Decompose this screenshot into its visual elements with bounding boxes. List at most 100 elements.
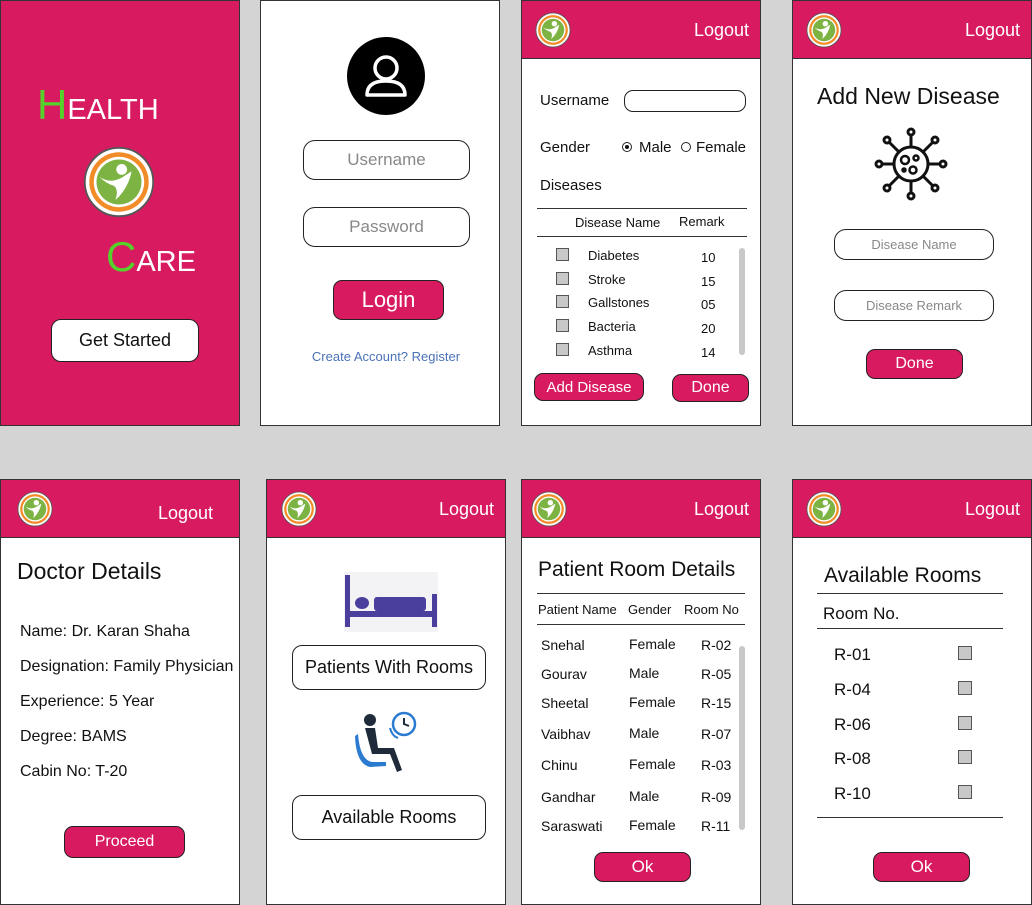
room-number: R-10 bbox=[834, 784, 871, 803]
ok-button[interactable]: Ok bbox=[873, 852, 970, 882]
disease-checkbox[interactable] bbox=[556, 248, 569, 261]
logout-button[interactable]: Logout bbox=[158, 503, 213, 524]
room-checkbox[interactable] bbox=[958, 716, 972, 730]
scrollbar[interactable] bbox=[739, 646, 745, 830]
menu-screen: Logout Patients With Rooms Available Roo… bbox=[266, 479, 506, 905]
brand-care: CARE bbox=[106, 233, 196, 281]
doctor-info-line: Name: Dr. Karan Shaha bbox=[20, 623, 190, 640]
disease-remark: 10 bbox=[701, 250, 716, 265]
doctor-info-line: Degree: BAMS bbox=[20, 728, 127, 745]
login-username-input[interactable]: Username bbox=[303, 140, 470, 180]
patient-room: R-05 bbox=[701, 666, 732, 682]
add-disease-button[interactable]: Add Disease bbox=[534, 373, 644, 401]
col-room-no: Room No bbox=[684, 602, 739, 617]
header-logo bbox=[535, 12, 571, 48]
logout-button[interactable]: Logout bbox=[965, 20, 1020, 41]
patient-gender: Female bbox=[629, 817, 676, 833]
app-header: Logout bbox=[1, 480, 239, 538]
disease-checkbox[interactable] bbox=[556, 295, 569, 308]
patient-name: Snehal bbox=[541, 637, 585, 653]
doctor-info-line: Designation: Family Physician bbox=[20, 658, 234, 675]
login-screen: Username Password Login Create Account? … bbox=[260, 0, 500, 426]
username-input[interactable] bbox=[624, 90, 746, 112]
patient-name: Sheetal bbox=[541, 695, 589, 711]
patient-room: R-11 bbox=[701, 818, 731, 834]
patient-name: Chinu bbox=[541, 757, 578, 773]
disease-remark: 14 bbox=[701, 345, 716, 360]
splash-screen: HEALTH CARE Get Started bbox=[0, 0, 240, 426]
disease-name: Diabetes bbox=[588, 248, 640, 263]
male-radio[interactable] bbox=[622, 142, 632, 152]
divider bbox=[537, 624, 745, 625]
logout-button[interactable]: Logout bbox=[694, 499, 749, 520]
header-logo bbox=[806, 12, 842, 48]
patient-name: Saraswati bbox=[541, 818, 603, 834]
add-disease-screen: Logout Add New Disease Disease Name Dise… bbox=[792, 0, 1032, 426]
disease-name-input[interactable]: Disease Name bbox=[834, 229, 994, 260]
app-logo bbox=[83, 146, 155, 218]
patient-name: Vaibhav bbox=[541, 726, 591, 742]
disease-remark-input[interactable]: Disease Remark bbox=[834, 290, 994, 321]
patient-name: Gandhar bbox=[541, 789, 596, 805]
done-button[interactable]: Done bbox=[866, 349, 963, 379]
gender-label: Gender bbox=[540, 139, 591, 156]
female-radio[interactable] bbox=[681, 142, 691, 152]
doctor-info-line: Cabin No: T-20 bbox=[20, 763, 128, 780]
room-details-screen: Logout Patient Room Details Patient Name… bbox=[521, 479, 761, 905]
room-checkbox[interactable] bbox=[958, 681, 972, 695]
username-label: Username bbox=[540, 92, 610, 109]
page-title: Available Rooms bbox=[824, 564, 982, 587]
disease-name: Stroke bbox=[588, 272, 626, 287]
ok-button[interactable]: Ok bbox=[594, 852, 691, 882]
header-logo bbox=[806, 491, 842, 527]
divider bbox=[817, 628, 1003, 629]
disease-checkbox[interactable] bbox=[556, 272, 569, 285]
brand-care-rest: ARE bbox=[136, 246, 196, 278]
room-checkbox[interactable] bbox=[958, 750, 972, 764]
divider bbox=[817, 593, 1003, 594]
disease-remark: 20 bbox=[701, 321, 716, 336]
login-button[interactable]: Login bbox=[333, 280, 444, 320]
disease-name: Bacteria bbox=[588, 319, 636, 334]
patients-with-rooms-button[interactable]: Patients With Rooms bbox=[292, 645, 486, 690]
get-started-button[interactable]: Get Started bbox=[51, 319, 199, 362]
header-logo bbox=[531, 491, 567, 527]
patient-gender: Female bbox=[629, 756, 676, 772]
header-logo bbox=[17, 491, 53, 527]
patient-room: R-15 bbox=[701, 695, 732, 711]
logout-button[interactable]: Logout bbox=[694, 20, 749, 41]
page-title: Patient Room Details bbox=[538, 558, 736, 581]
patient-room: R-09 bbox=[701, 789, 732, 805]
disease-name: Asthma bbox=[588, 343, 633, 358]
virus-icon bbox=[874, 127, 948, 201]
patient-gender: Male bbox=[629, 725, 660, 741]
col-disease-name: Disease Name bbox=[575, 215, 661, 230]
app-header: Logout bbox=[267, 480, 505, 538]
room-number: R-04 bbox=[834, 680, 871, 699]
patient-name: Gourav bbox=[541, 666, 587, 682]
female-label: Female bbox=[696, 139, 747, 156]
page-title: Add New Disease bbox=[817, 83, 1000, 109]
done-button[interactable]: Done bbox=[672, 374, 749, 402]
proceed-button[interactable]: Proceed bbox=[64, 826, 185, 858]
patient-room: R-03 bbox=[701, 757, 732, 773]
available-rooms-button[interactable]: Available Rooms bbox=[292, 795, 486, 840]
login-password-input[interactable]: Password bbox=[303, 207, 470, 247]
app-header: Logout bbox=[522, 480, 760, 538]
room-checkbox[interactable] bbox=[958, 785, 972, 799]
register-link[interactable]: Create Account? Register bbox=[261, 349, 499, 364]
col-gender: Gender bbox=[628, 602, 672, 617]
col-patient-name: Patient Name bbox=[538, 602, 617, 617]
logout-button[interactable]: Logout bbox=[965, 499, 1020, 520]
brand-health: HEALTH bbox=[37, 81, 159, 129]
disease-checkbox[interactable] bbox=[556, 319, 569, 332]
disease-checkbox[interactable] bbox=[556, 343, 569, 356]
waiting-icon bbox=[355, 711, 417, 772]
room-checkbox[interactable] bbox=[958, 646, 972, 660]
patient-room: R-02 bbox=[701, 637, 732, 653]
scrollbar[interactable] bbox=[739, 248, 745, 355]
logout-button[interactable]: Logout bbox=[439, 499, 494, 520]
disease-remark: 15 bbox=[701, 274, 716, 289]
patient-form-screen: Logout Username Gender Male Female Disea… bbox=[521, 0, 761, 426]
col-room-no: Room No. bbox=[823, 604, 900, 623]
